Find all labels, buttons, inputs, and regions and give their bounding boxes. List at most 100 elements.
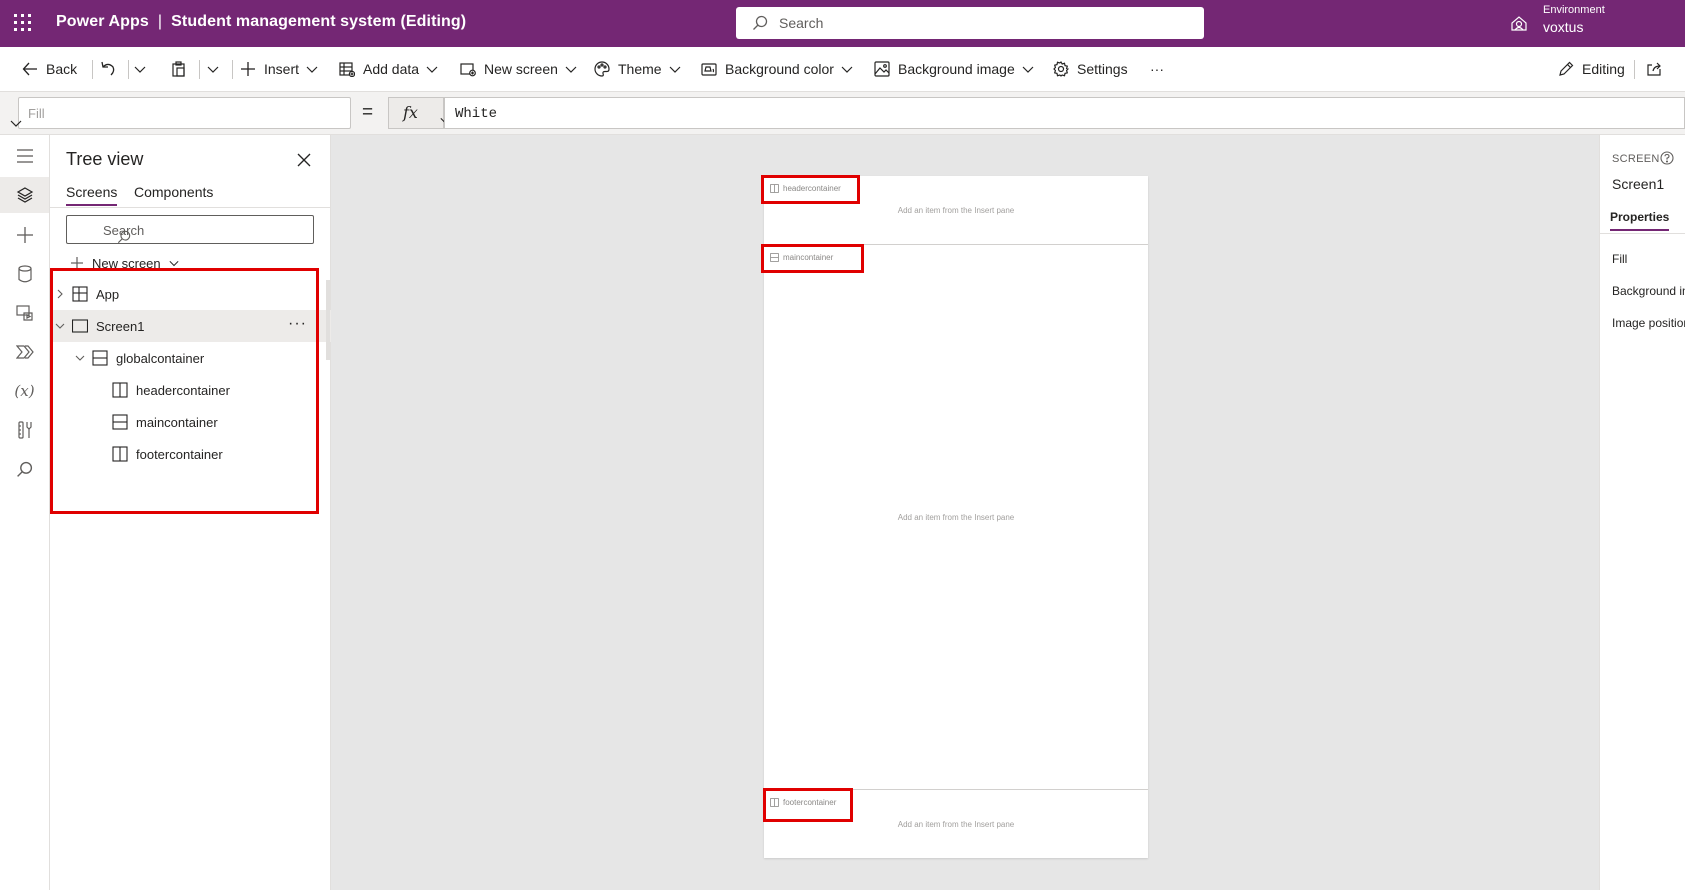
screen1-canvas[interactable]: headercontainer Add an item from the Ins… xyxy=(764,176,1148,858)
undo-button[interactable] xyxy=(100,47,124,91)
paste-button[interactable] xyxy=(171,47,195,91)
properties-pane: SCREEN Screen1 Properties Fill Backgroun… xyxy=(1599,135,1685,890)
annotation-box-tree xyxy=(50,268,319,514)
tab-screens[interactable]: Screens xyxy=(66,184,118,206)
hamburger-menu-button[interactable] xyxy=(0,138,49,174)
chevron-down-icon xyxy=(841,63,861,75)
formula-bar: Fill = fx White xyxy=(0,92,1685,135)
property-dropdown[interactable]: Fill xyxy=(10,97,351,129)
background-color-button[interactable]: Background color xyxy=(701,47,861,91)
property-fill[interactable]: Fill xyxy=(1612,252,1627,266)
settings-button[interactable]: Settings xyxy=(1053,47,1128,91)
property-value: Fill xyxy=(28,106,45,121)
background-color-label: Background color xyxy=(725,61,834,77)
back-button[interactable]: Back xyxy=(22,47,77,91)
tools-icon xyxy=(17,421,33,439)
theme-button[interactable]: Theme xyxy=(594,47,689,91)
paste-dropdown[interactable] xyxy=(207,47,227,91)
insert-label: Insert xyxy=(264,61,300,77)
equals-sign: = xyxy=(362,102,374,123)
title-bar: Power Apps | Student management system (Ed… xyxy=(0,0,1685,47)
layers-icon xyxy=(16,186,34,204)
chevron-down-icon xyxy=(207,63,227,75)
more-label: ··· xyxy=(1150,61,1164,77)
close-tree-view-button[interactable] xyxy=(297,153,311,167)
function-button[interactable]: fx xyxy=(388,97,450,129)
fx-icon: fx xyxy=(403,103,418,122)
editing-label: Editing xyxy=(1582,61,1625,77)
command-bar: Back Insert Add data New screen Theme Ba… xyxy=(0,47,1685,92)
variables-icon: (x) xyxy=(14,382,35,400)
tabs-divider xyxy=(50,207,331,208)
property-background-image[interactable]: Background image xyxy=(1612,284,1685,298)
redo-dropdown[interactable] xyxy=(134,47,154,91)
tab-properties[interactable]: Properties xyxy=(1610,210,1670,231)
share-button[interactable] xyxy=(1647,47,1671,91)
power-automate-icon xyxy=(15,344,34,360)
tree-search-input[interactable]: Search xyxy=(66,215,314,244)
title-separator: | xyxy=(157,13,163,30)
palette-icon xyxy=(594,61,618,77)
control-name[interactable]: Screen1 xyxy=(1612,176,1664,192)
separator xyxy=(199,60,200,79)
chevron-down-icon xyxy=(1022,63,1042,75)
clipboard-icon xyxy=(171,61,195,77)
insert-button[interactable]: Insert xyxy=(240,47,326,91)
tree-scrollbar[interactable] xyxy=(326,280,330,360)
chevron-down-icon xyxy=(134,63,154,75)
plus-icon xyxy=(240,61,264,77)
close-icon xyxy=(297,153,311,167)
variables-rail-button[interactable]: (x) xyxy=(0,373,49,409)
background-image-button[interactable]: Background image xyxy=(874,47,1042,91)
settings-label: Settings xyxy=(1077,61,1128,77)
more-commands-button[interactable]: ··· xyxy=(1150,47,1164,91)
search-icon xyxy=(16,461,33,478)
formula-input[interactable]: White xyxy=(444,97,1685,129)
media-icon xyxy=(15,304,34,322)
gear-icon xyxy=(1053,61,1077,77)
app-launcher-icon[interactable] xyxy=(14,14,32,32)
theme-label: Theme xyxy=(618,61,662,77)
new-screen-button[interactable]: New screen xyxy=(460,47,585,91)
add-data-label: Add data xyxy=(363,61,420,77)
add-data-button[interactable]: Add data xyxy=(339,47,446,91)
environment-label: Environment xyxy=(1543,4,1605,16)
data-rail-button[interactable] xyxy=(0,256,49,292)
product-name: Power Apps xyxy=(56,13,149,30)
tree-view-button[interactable] xyxy=(0,177,49,213)
global-search-input[interactable]: Search xyxy=(736,7,1204,39)
tab-components[interactable]: Components xyxy=(134,184,213,204)
chevron-down-icon xyxy=(565,63,585,75)
background-image-label: Background image xyxy=(898,61,1015,77)
left-rail: (x) xyxy=(0,135,50,890)
plus-icon xyxy=(16,226,34,244)
search-rail-button[interactable] xyxy=(0,451,49,487)
insert-rail-button[interactable] xyxy=(0,217,49,253)
pencil-icon xyxy=(1558,61,1582,77)
share-icon xyxy=(1647,61,1671,77)
search-placeholder: Search xyxy=(779,15,824,31)
annotation-box-headercontainer xyxy=(761,175,860,204)
back-label: Back xyxy=(46,61,78,77)
annotation-box-footercontainer xyxy=(763,788,853,822)
new-screen-icon xyxy=(460,61,484,77)
maincontainer-canvas[interactable]: maincontainer Add an item from the Inser… xyxy=(764,245,1148,790)
image-icon xyxy=(874,61,898,77)
environment-value[interactable]: voxtus xyxy=(1543,19,1583,35)
new-screen-label: New screen xyxy=(484,61,558,77)
separator xyxy=(232,60,233,79)
insert-hint: Add an item from the Insert pane xyxy=(897,206,1015,215)
power-automate-rail-button[interactable] xyxy=(0,334,49,370)
property-image-position[interactable]: Image position xyxy=(1612,316,1685,330)
data-table-icon xyxy=(339,61,363,77)
advanced-tools-rail-button[interactable] xyxy=(0,412,49,448)
chevron-down-icon xyxy=(669,63,689,75)
chevron-down-icon xyxy=(426,63,446,75)
formula-text: White xyxy=(455,106,498,122)
insert-hint: Add an item from the Insert pane xyxy=(897,513,1015,522)
help-icon[interactable] xyxy=(1660,151,1674,165)
environment-icon[interactable] xyxy=(1510,14,1528,32)
editing-button[interactable]: Editing xyxy=(1558,47,1625,91)
media-rail-button[interactable] xyxy=(0,295,49,331)
undo-icon xyxy=(100,61,124,77)
